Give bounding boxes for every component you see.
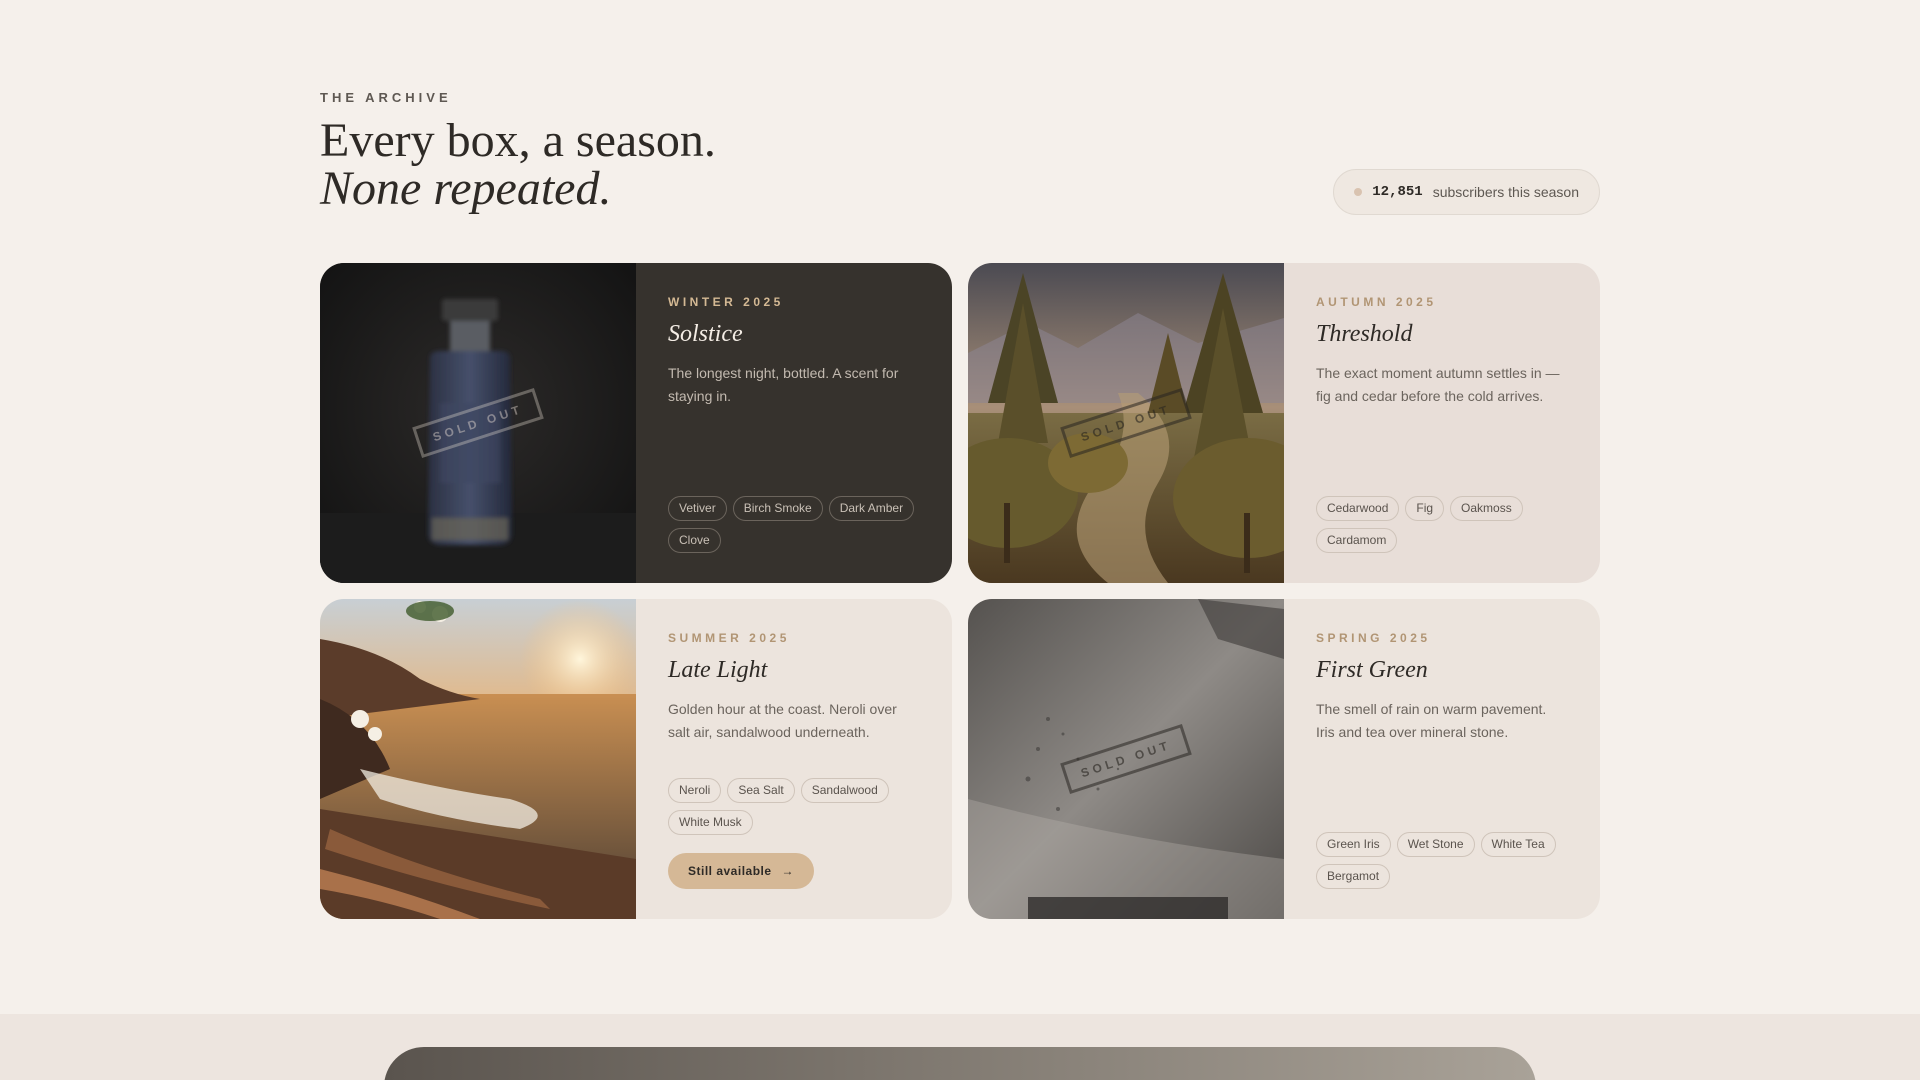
- season-label: AUTUMN 2025: [1316, 295, 1437, 309]
- note-tag: Neroli: [668, 778, 722, 803]
- scent-description: The longest night, bottled. A scent for …: [668, 365, 899, 404]
- note-tags: Neroli Sea Salt Sandalwood White Musk: [668, 778, 920, 835]
- season-label: SPRING 2025: [1316, 631, 1431, 645]
- scent-name: Solstice: [668, 321, 743, 347]
- note-tag: Sandalwood: [800, 778, 889, 803]
- season-card-spring[interactable]: SOLD OUT SPRING 2025 First Green The sme…: [968, 599, 1600, 919]
- card-info: WINTER 2025 Solstice The longest night, …: [636, 263, 952, 583]
- note-tag: White Musk: [668, 810, 753, 835]
- season-card-winter[interactable]: SOLD OUT WINTER 2025 Solstice The longes…: [320, 263, 952, 583]
- note-tag: Vetiver: [668, 496, 727, 521]
- scent-name: First Green: [1316, 657, 1428, 683]
- scent-description: The smell of rain on warm pavement. Iris…: [1316, 701, 1547, 740]
- scent-name: Threshold: [1316, 321, 1413, 347]
- season-card-summer[interactable]: SUMMER 2025 Late Light Golden hour at th…: [320, 599, 952, 919]
- note-tags: Cedarwood Fig Oakmoss Cardamom: [1316, 496, 1568, 553]
- note-tags: Green Iris Wet Stone White Tea Bergamot: [1316, 832, 1568, 889]
- late-light-coast-image: [320, 599, 636, 919]
- card-info: SPRING 2025 First Green The smell of rai…: [1284, 599, 1600, 919]
- subscriber-count: 12,851: [1372, 184, 1423, 200]
- solstice-bottle-image: SOLD OUT: [320, 263, 636, 583]
- card-info: AUTUMN 2025 Threshold The exact moment a…: [1284, 263, 1600, 583]
- note-tag: Wet Stone: [1396, 832, 1475, 857]
- note-tag: Cardamom: [1316, 528, 1398, 553]
- footer-banner: [384, 1047, 1536, 1080]
- subscriber-badge: 12,851 subscribers this season: [1333, 169, 1600, 215]
- note-tag: Green Iris: [1316, 832, 1391, 857]
- note-tag: Cedarwood: [1316, 496, 1400, 521]
- note-tag: Dark Amber: [828, 496, 915, 521]
- scent-description: Golden hour at the coast. Neroli over sa…: [668, 701, 897, 740]
- note-tag: Bergamot: [1316, 864, 1391, 889]
- cta-label: Still available: [688, 864, 772, 878]
- card-info: SUMMER 2025 Late Light Golden hour at th…: [636, 599, 952, 919]
- threshold-forest-image: SOLD OUT: [968, 263, 1284, 583]
- season-label: WINTER 2025: [668, 295, 784, 309]
- status-dot-icon: [1354, 188, 1363, 196]
- scent-name: Late Light: [668, 657, 768, 683]
- arrow-right-icon: →: [781, 864, 795, 878]
- scent-description: The exact moment autumn settles in — fig…: [1316, 365, 1560, 404]
- season-card-autumn[interactable]: SOLD OUT AUTUMN 2025 Threshold The exact…: [968, 263, 1600, 583]
- note-tags: Vetiver Birch Smoke Dark Amber Clove: [668, 496, 920, 553]
- note-tag: Birch Smoke: [732, 496, 823, 521]
- archive-section: THE ARCHIVE Every box, a season. None re…: [320, 90, 1600, 919]
- still-available-button[interactable]: Still available →: [668, 853, 815, 889]
- note-tag: Oakmoss: [1450, 496, 1523, 521]
- season-grid: SOLD OUT WINTER 2025 Solstice The longes…: [320, 263, 1600, 919]
- season-label: SUMMER 2025: [668, 631, 790, 645]
- note-tag: Sea Salt: [727, 778, 795, 803]
- title-line-1: Every box, a season.: [320, 114, 716, 167]
- subscriber-label: subscribers this season: [1432, 184, 1579, 200]
- first-green-pavement-image: SOLD OUT: [968, 599, 1284, 919]
- note-tag: Fig: [1405, 496, 1445, 521]
- section-eyebrow: THE ARCHIVE: [320, 90, 452, 105]
- note-tag: Clove: [668, 528, 721, 553]
- note-tag: White Tea: [1480, 832, 1556, 857]
